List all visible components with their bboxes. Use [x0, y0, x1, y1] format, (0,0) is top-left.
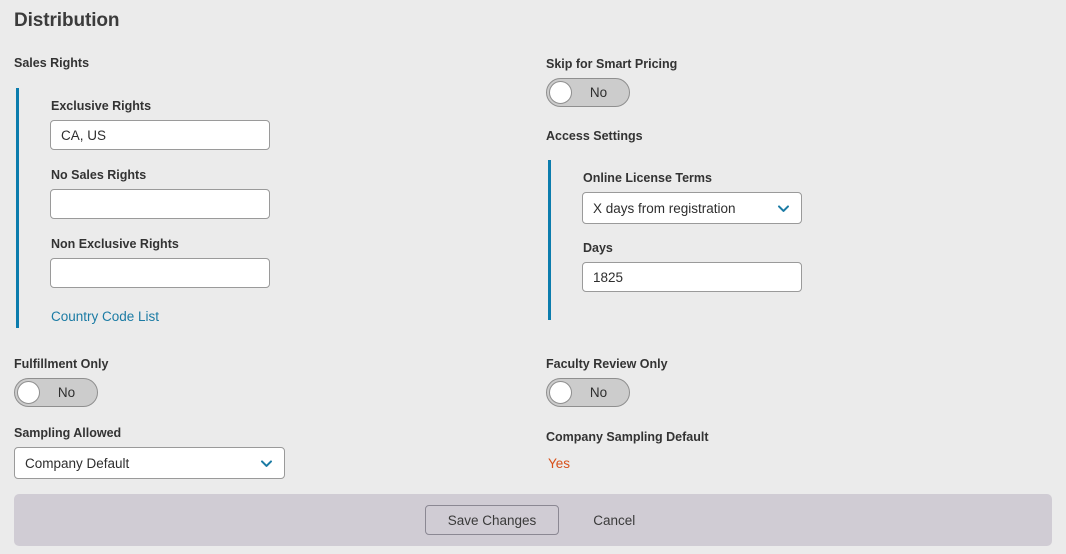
- fulfillment-only-toggle-value: No: [57, 385, 76, 400]
- days-label: Days: [583, 241, 613, 255]
- skip-smart-pricing-toggle[interactable]: No: [546, 78, 630, 107]
- chevron-down-icon: [260, 459, 273, 467]
- skip-smart-pricing-toggle-value: No: [589, 85, 608, 100]
- chevron-down-icon: [777, 204, 790, 212]
- non-exclusive-rights-label: Non Exclusive Rights: [51, 237, 179, 251]
- sampling-allowed-selected-value: Company Default: [25, 455, 130, 471]
- days-input[interactable]: [582, 262, 802, 292]
- no-sales-rights-label: No Sales Rights: [51, 168, 147, 182]
- non-exclusive-rights-input[interactable]: [50, 258, 270, 288]
- save-changes-button[interactable]: Save Changes: [424, 505, 560, 535]
- access-settings-section-label: Access Settings: [546, 129, 643, 143]
- exclusive-rights-label: Exclusive Rights: [51, 99, 152, 113]
- faculty-review-only-toggle-value: No: [589, 385, 608, 400]
- toggle-knob: [549, 81, 572, 104]
- cancel-button[interactable]: Cancel: [587, 512, 641, 529]
- company-sampling-default-label: Company Sampling Default: [546, 430, 709, 444]
- online-license-terms-selected-value: X days from registration: [593, 200, 736, 216]
- company-sampling-default-value: Yes: [548, 456, 571, 471]
- skip-smart-pricing-label: Skip for Smart Pricing: [546, 57, 678, 71]
- toggle-knob: [549, 381, 572, 404]
- access-settings-group: Online License Terms X days from registr…: [548, 160, 808, 320]
- sales-rights-section-label: Sales Rights: [14, 56, 90, 70]
- toggle-knob: [17, 381, 40, 404]
- country-code-list-link[interactable]: Country Code List: [51, 309, 159, 324]
- online-license-terms-select[interactable]: X days from registration: [582, 192, 802, 224]
- faculty-review-only-toggle[interactable]: No: [546, 378, 630, 407]
- footer-action-bar: Save Changes Cancel: [14, 494, 1052, 546]
- no-sales-rights-input[interactable]: [50, 189, 270, 219]
- fulfillment-only-label: Fulfillment Only: [14, 357, 109, 371]
- faculty-review-only-label: Faculty Review Only: [546, 357, 668, 371]
- sampling-allowed-label: Sampling Allowed: [14, 426, 122, 440]
- exclusive-rights-input[interactable]: [50, 120, 270, 150]
- fulfillment-only-toggle[interactable]: No: [14, 378, 98, 407]
- sampling-allowed-select[interactable]: Company Default: [14, 447, 285, 479]
- page-title: Distribution: [14, 10, 120, 31]
- sales-rights-group: Exclusive Rights No Sales Rights Non Exc…: [16, 88, 286, 328]
- online-license-terms-label: Online License Terms: [583, 171, 712, 185]
